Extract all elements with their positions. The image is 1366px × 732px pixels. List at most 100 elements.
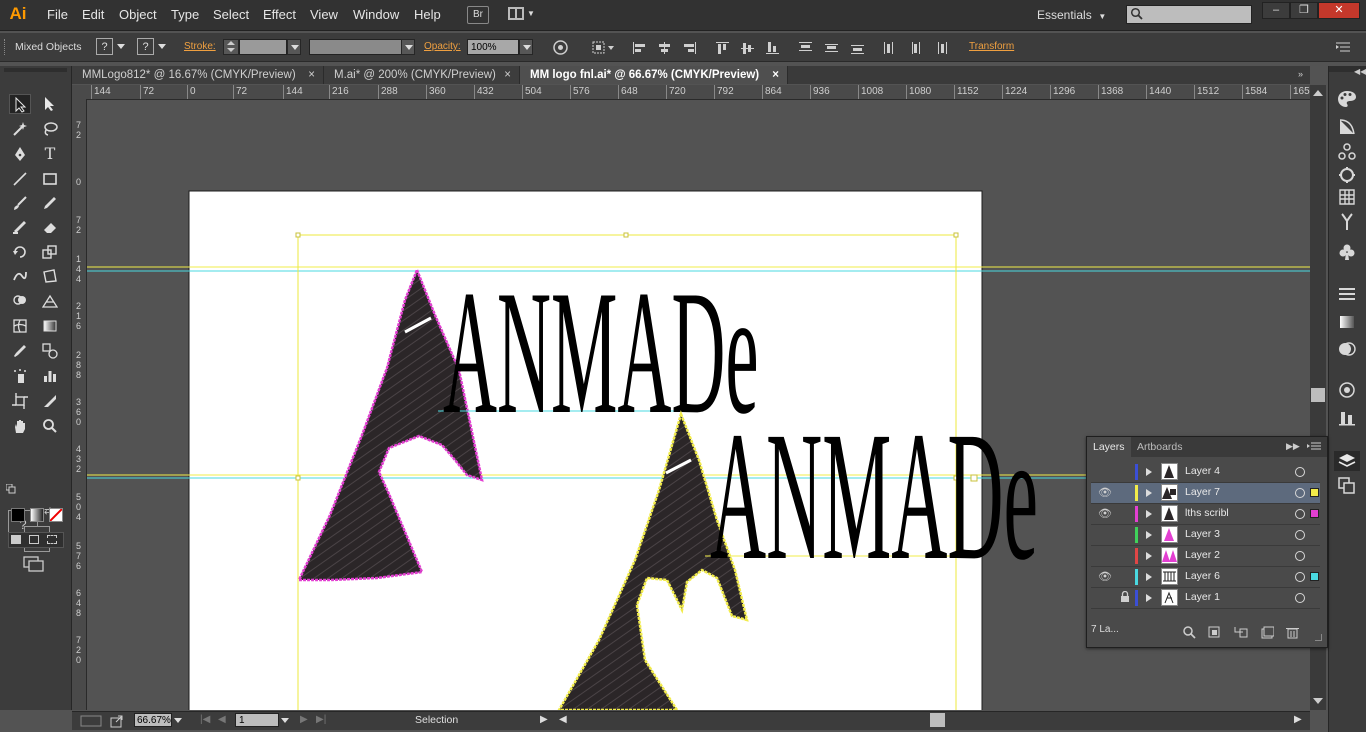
search-input[interactable] <box>1126 5 1252 24</box>
locate-object-icon[interactable] <box>1183 626 1196 639</box>
graphic-styles-icon[interactable] <box>1336 381 1358 401</box>
menu-window[interactable]: Window <box>353 7 399 22</box>
scroll-down-icon[interactable] <box>1313 698 1323 704</box>
layer-name[interactable]: Layer 6 <box>1185 570 1220 582</box>
scroll-right-icon[interactable]: ▶ <box>1294 714 1302 725</box>
eye-icon[interactable]: 👁 <box>1097 507 1113 520</box>
opacity-input[interactable]: 100% <box>467 39 519 55</box>
share-icon[interactable] <box>110 714 124 728</box>
gradient-tool[interactable] <box>39 316 61 336</box>
target-circle-icon[interactable] <box>1295 551 1305 561</box>
column-graph-tool[interactable] <box>39 366 61 386</box>
make-clipping-mask-icon[interactable] <box>1208 626 1221 639</box>
target-circle-icon[interactable] <box>1295 572 1305 582</box>
selection-tool[interactable] <box>9 94 31 114</box>
vertical-ruler[interactable]: 72 0 72 144 216 288 360 432 504 576 648 … <box>72 99 87 710</box>
menu-view[interactable]: View <box>310 7 338 22</box>
perspective-grid-tool[interactable] <box>39 291 61 311</box>
layer-row[interactable]: Layer 1 <box>1091 588 1320 609</box>
variable-width-profile[interactable] <box>309 39 403 55</box>
layer-name[interactable]: Layer 3 <box>1185 528 1220 540</box>
layer-name[interactable]: Layer 7 <box>1185 486 1220 498</box>
chevron-down-icon[interactable] <box>174 718 182 723</box>
tab-m-ai[interactable]: M.ai* @ 200% (CMYK/Preview) × <box>324 66 520 84</box>
ruler-origin[interactable] <box>72 85 87 100</box>
blob-brush-tool[interactable] <box>9 217 31 237</box>
lock-icon[interactable] <box>1119 590 1131 604</box>
distribute-right-icon[interactable] <box>935 42 949 54</box>
tab-artboards[interactable]: Artboards <box>1131 437 1189 457</box>
close-icon[interactable]: × <box>308 66 315 84</box>
color-panel-icon[interactable] <box>1336 90 1358 110</box>
layer-row[interactable]: Layer 2 <box>1091 546 1320 567</box>
shape-builder-tool[interactable] <box>9 291 31 311</box>
align-to-selection-icon[interactable] <box>592 40 616 55</box>
close-icon[interactable]: × <box>504 66 511 84</box>
layer-row[interactable]: 👁 Layer 7 <box>1091 483 1320 504</box>
align-left-icon[interactable] <box>633 42 647 54</box>
tab-layers[interactable]: Layers <box>1087 437 1131 457</box>
color-guide-icon[interactable] <box>1336 118 1358 138</box>
distribute-bottom-icon[interactable] <box>851 42 865 54</box>
panel-menu-icon[interactable] <box>1307 442 1321 452</box>
bbox-handle[interactable] <box>295 475 301 481</box>
align-top-icon[interactable] <box>716 42 730 54</box>
lock-toggle[interactable] <box>1119 528 1131 541</box>
opacity-link[interactable]: Opacity: <box>424 41 461 52</box>
expand-triangle-icon[interactable] <box>1146 510 1152 518</box>
bbox-handle[interactable] <box>295 232 301 238</box>
restore-button[interactable]: ❐ <box>1290 2 1318 19</box>
paintbrush-tool[interactable] <box>9 193 31 213</box>
visibility-toggle[interactable] <box>1097 549 1113 562</box>
align-middle-v-icon[interactable] <box>741 42 755 54</box>
visibility-toggle[interactable] <box>1097 528 1113 541</box>
tab-mmlogo812[interactable]: MMLogo812* @ 16.67% (CMYK/Preview) × <box>72 66 324 84</box>
first-artboard-icon[interactable]: |◀ <box>200 714 210 725</box>
stroke-weight-dropdown[interactable] <box>287 39 301 55</box>
vertical-scroll-thumb[interactable] <box>1311 388 1325 402</box>
align-right-icon[interactable] <box>683 42 697 54</box>
prev-artboard-icon[interactable]: ◀ <box>218 714 226 725</box>
gradient-panel-icon[interactable] <box>1336 313 1358 333</box>
menu-help[interactable]: Help <box>414 7 441 22</box>
kuler-icon[interactable] <box>1336 143 1358 163</box>
pencil-tool[interactable] <box>39 193 61 213</box>
scroll-up-icon[interactable] <box>1313 90 1323 96</box>
lasso-tool[interactable] <box>39 119 61 139</box>
layer-name[interactable]: Layer 1 <box>1185 591 1220 603</box>
scroll-left-icon[interactable]: ◀ <box>559 714 567 725</box>
screen-mode-icon[interactable] <box>23 556 45 572</box>
distribute-center-h-icon[interactable] <box>910 42 924 54</box>
visibility-toggle[interactable] <box>1097 591 1113 604</box>
magic-wand-tool[interactable] <box>9 119 31 139</box>
color-mode-icon[interactable] <box>11 508 25 522</box>
draw-behind-icon[interactable] <box>29 535 39 544</box>
layer-name[interactable]: Layer 2 <box>1185 549 1220 561</box>
eyedropper-tool[interactable] <box>9 341 31 361</box>
panel-menu-icon[interactable] <box>1336 42 1350 53</box>
menu-file[interactable]: File <box>47 7 68 22</box>
chevron-down-icon[interactable] <box>117 44 125 49</box>
align-panel-icon[interactable] <box>1336 409 1358 429</box>
horizontal-ruler[interactable]: 144 72 0 72 144 216 288 360 432 504 576 … <box>86 85 1310 100</box>
bbox-handle[interactable] <box>623 232 629 238</box>
expand-triangle-icon[interactable] <box>1146 594 1152 602</box>
artboard-tool[interactable] <box>9 391 31 411</box>
last-artboard-icon[interactable]: ▶| <box>316 714 326 725</box>
bridge-button[interactable]: Br <box>467 6 489 24</box>
tab-mm-logo-fnl[interactable]: MM logo fnl.ai* @ 66.67% (CMYK/Preview) × <box>520 66 788 84</box>
expand-triangle-icon[interactable] <box>1146 573 1152 581</box>
layers-panel-icon[interactable] <box>1334 451 1360 471</box>
swatches-icon[interactable] <box>1336 188 1358 208</box>
status-menu-icon[interactable]: ▶ <box>540 714 548 725</box>
slice-tool[interactable] <box>39 391 61 411</box>
layer-name[interactable]: Layer 4 <box>1185 465 1220 477</box>
blend-tool[interactable] <box>39 341 61 361</box>
menu-edit[interactable]: Edit <box>82 7 104 22</box>
stroke-panel-icon[interactable] <box>1336 285 1358 305</box>
align-center-h-icon[interactable] <box>658 42 672 54</box>
symbol-sprayer-tool[interactable] <box>9 366 31 386</box>
eye-icon[interactable]: 👁 <box>1097 570 1113 583</box>
next-artboard-icon[interactable]: ▶ <box>300 714 308 725</box>
workspace-switcher[interactable]: Essentials ▼ <box>1037 8 1106 22</box>
